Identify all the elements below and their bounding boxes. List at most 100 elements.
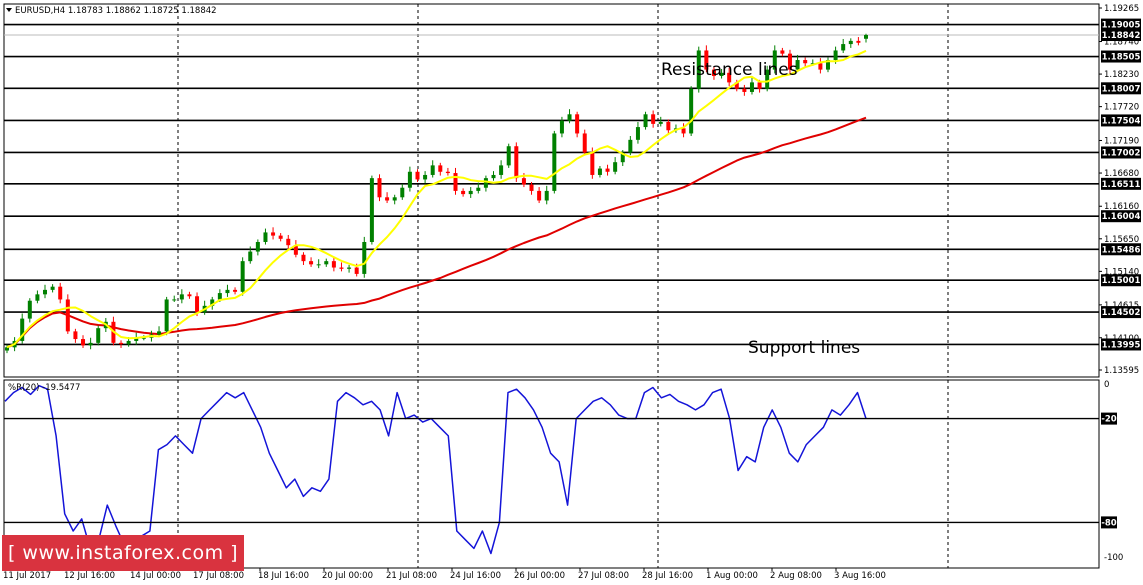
- candle-up: [552, 133, 557, 191]
- instaforex-watermark: [ www.instaforex.com ]: [2, 535, 244, 571]
- candle-down: [438, 165, 443, 172]
- candle-up: [559, 120, 564, 134]
- level-price-label: 1.17504: [1102, 116, 1141, 126]
- time-tick-label: 21 Jul 08:00: [386, 571, 437, 581]
- indicator-tick-label: 0: [1104, 380, 1109, 390]
- candle-up: [483, 178, 488, 188]
- candle-up: [362, 241, 367, 274]
- candle-up: [248, 251, 253, 262]
- candle-up: [172, 299, 177, 301]
- candle-down: [73, 331, 78, 340]
- time-tick-label: 20 Jul 00:00: [322, 571, 373, 581]
- candle-up: [658, 121, 663, 124]
- candle-up: [50, 286, 55, 290]
- candle-down: [582, 133, 587, 153]
- time-tick-label: 26 Jul 00:00: [514, 571, 565, 581]
- candle-up: [369, 178, 374, 242]
- time-tick-label: 28 Jul 16:00: [642, 571, 693, 581]
- level-price-label: 1.16004: [1102, 212, 1141, 222]
- candle-down: [187, 294, 192, 297]
- candle-down: [354, 267, 359, 274]
- candle-up: [255, 241, 260, 252]
- price-tick-label: 1.15140: [1104, 267, 1139, 277]
- time-tick-label: 3 Aug 16:00: [834, 571, 886, 581]
- candle-down: [651, 114, 656, 124]
- price-tick-label: 1.15650: [1104, 235, 1139, 245]
- candle-up: [157, 331, 162, 335]
- indicator-level-label: -80: [1101, 518, 1116, 528]
- candle-up: [126, 340, 131, 345]
- candle-down: [445, 171, 450, 174]
- candle-up: [643, 114, 648, 128]
- level-price-label: 1.16511: [1102, 180, 1141, 190]
- price-tick-label: 1.13595: [1104, 366, 1139, 376]
- time-tick-label: 17 Jul 08:00: [193, 571, 244, 581]
- candle-up: [316, 264, 321, 266]
- candle-up: [179, 294, 184, 300]
- candle-down: [301, 254, 306, 262]
- support-annotation: Support lines: [748, 338, 860, 358]
- price-tick-label: 1.19265: [1104, 4, 1139, 14]
- time-tick-label: 14 Jul 00:00: [130, 571, 181, 581]
- candle-down: [58, 286, 63, 300]
- price-tick-label: 1.16680: [1104, 169, 1139, 179]
- candle-down: [461, 190, 466, 195]
- candle-down: [590, 152, 595, 175]
- candle-down: [331, 261, 336, 268]
- candle-up: [491, 174, 496, 179]
- candle-up: [567, 114, 572, 121]
- candle-up: [848, 40, 853, 45]
- indicator-label: %R(20) -19.5477: [8, 383, 80, 393]
- indicator-tick-label: -100: [1104, 553, 1123, 563]
- candle-down: [856, 40, 861, 43]
- level-price-label: 1.18007: [1102, 84, 1141, 94]
- candle-down: [803, 60, 808, 64]
- candle-down: [65, 299, 70, 332]
- candle-up: [423, 174, 428, 180]
- candle-down: [757, 82, 762, 89]
- level-price-label: 1.15001: [1102, 276, 1141, 286]
- time-tick-label: 27 Jul 08:00: [578, 571, 629, 581]
- candle-up: [833, 50, 838, 61]
- candle-up: [164, 299, 169, 332]
- candle-down: [514, 146, 519, 179]
- candle-up: [864, 35, 868, 39]
- candle-up: [263, 232, 268, 242]
- candle-down: [537, 190, 542, 201]
- candle-up: [749, 82, 754, 92]
- candle-up: [217, 293, 222, 300]
- candle-down: [742, 88, 747, 92]
- symbol-header: EURUSD,H4 1.18783 1.18862 1.18725 1.1884…: [15, 6, 217, 16]
- price-tick-label: 1.17190: [1104, 136, 1139, 146]
- candle-down: [233, 289, 238, 292]
- level-price-label: 1.17002: [1102, 148, 1141, 158]
- indicator-level-label: -20: [1101, 415, 1116, 425]
- level-price-label: 1.18505: [1102, 53, 1141, 63]
- candle-down: [195, 296, 200, 313]
- candle-up: [347, 267, 352, 269]
- candle-down: [271, 232, 276, 236]
- candle-up: [544, 190, 549, 201]
- candle-up: [499, 165, 504, 175]
- time-tick-label: 11 Jul 2017: [3, 571, 51, 581]
- candle-up: [506, 146, 511, 166]
- candle-down: [605, 168, 610, 172]
- candle-up: [5, 347, 9, 351]
- candle-up: [88, 342, 93, 346]
- candle-down: [309, 261, 314, 265]
- candle-up: [225, 289, 230, 294]
- candle-up: [27, 300, 32, 319]
- candle-up: [240, 261, 245, 292]
- candle-up: [35, 294, 40, 301]
- resistance-annotation: Resistance lines: [661, 60, 798, 80]
- candle-down: [286, 238, 291, 246]
- candle-down: [521, 178, 526, 185]
- candle-up: [407, 171, 412, 188]
- time-tick-label: 1 Aug 00:00: [706, 571, 758, 581]
- candle-down: [818, 63, 823, 70]
- candle-down: [415, 171, 420, 180]
- price-tick-label: 1.18230: [1104, 70, 1139, 80]
- candle-down: [339, 267, 344, 269]
- time-tick-label: 18 Jul 16:00: [258, 571, 309, 581]
- candle-down: [119, 342, 124, 345]
